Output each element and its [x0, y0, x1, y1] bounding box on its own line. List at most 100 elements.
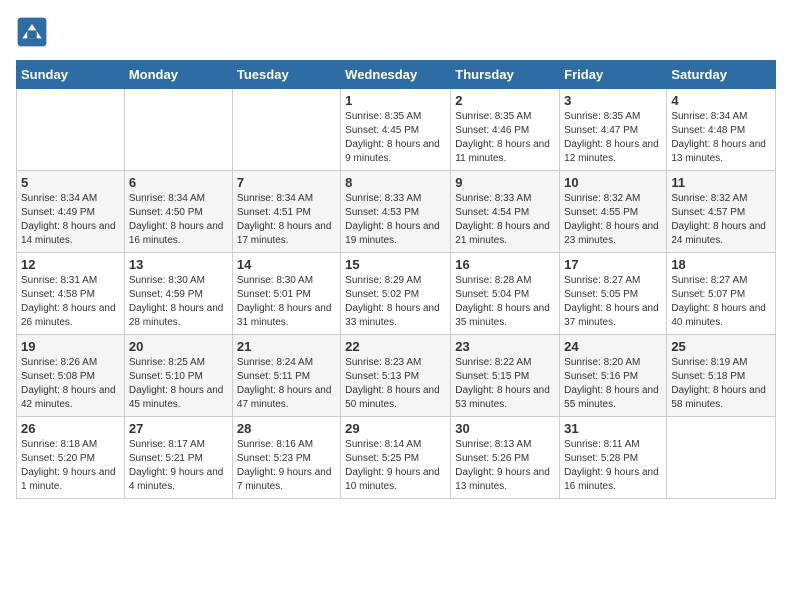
day-number: 16 [455, 257, 555, 272]
day-cell: 7 Sunrise: 8:34 AM Sunset: 4:51 PM Daylig… [232, 171, 340, 253]
day-cell [124, 89, 232, 171]
day-info: Sunrise: 8:34 AM Sunset: 4:51 PM Dayligh… [237, 192, 336, 248]
day-cell: 5 Sunrise: 8:34 AM Sunset: 4:49 PM Daylig… [17, 171, 125, 253]
day-info: Sunrise: 8:30 AM Sunset: 5:01 PM Dayligh… [237, 274, 336, 330]
day-info: Sunrise: 8:25 AM Sunset: 5:10 PM Dayligh… [129, 356, 228, 412]
day-info: Sunrise: 8:16 AM Sunset: 5:23 PM Dayligh… [237, 438, 336, 494]
day-number: 4 [671, 93, 771, 108]
day-cell: 31 Sunrise: 8:11 AM Sunset: 5:28 PM Dayli… [560, 417, 667, 499]
day-cell: 16 Sunrise: 8:28 AM Sunset: 5:04 PM Dayli… [451, 253, 560, 335]
day-cell: 8 Sunrise: 8:33 AM Sunset: 4:53 PM Daylig… [341, 171, 451, 253]
day-number: 26 [21, 421, 120, 436]
week-row-3: 12Sunrise: 8:31 AM Sunset: 4:58 PM Dayli… [17, 253, 776, 335]
day-number: 21 [237, 339, 336, 354]
day-info: Sunrise: 8:35 AM Sunset: 4:47 PM Dayligh… [564, 110, 662, 166]
day-info: Sunrise: 8:27 AM Sunset: 5:05 PM Dayligh… [564, 274, 662, 330]
day-number: 23 [455, 339, 555, 354]
day-info: Sunrise: 8:28 AM Sunset: 5:04 PM Dayligh… [455, 274, 555, 330]
day-info: Sunrise: 8:11 AM Sunset: 5:28 PM Dayligh… [564, 438, 662, 494]
day-info: Sunrise: 8:23 AM Sunset: 5:13 PM Dayligh… [345, 356, 446, 412]
day-cell [17, 89, 125, 171]
day-number: 20 [129, 339, 228, 354]
day-cell: 20 Sunrise: 8:25 AM Sunset: 5:10 PM Dayli… [124, 335, 232, 417]
day-cell: 23Sunrise: 8:22 AM Sunset: 5:15 PM Dayli… [451, 335, 560, 417]
week-row-1: 1 Sunrise: 8:35 AM Sunset: 4:45 PM Daylig… [17, 89, 776, 171]
page-header [16, 16, 776, 48]
day-cell [232, 89, 340, 171]
day-cell: 1 Sunrise: 8:35 AM Sunset: 4:45 PM Daylig… [341, 89, 451, 171]
day-info: Sunrise: 8:20 AM Sunset: 5:16 PM Dayligh… [564, 356, 662, 412]
day-cell: 30 Sunrise: 8:13 AM Sunset: 5:26 PM Dayli… [451, 417, 560, 499]
day-cell: 3 Sunrise: 8:35 AM Sunset: 4:47 PM Daylig… [560, 89, 667, 171]
day-number: 22 [345, 339, 446, 354]
logo-icon [16, 16, 48, 48]
day-info: Sunrise: 8:32 AM Sunset: 4:55 PM Dayligh… [564, 192, 662, 248]
day-info: Sunrise: 8:18 AM Sunset: 5:20 PM Dayligh… [21, 438, 120, 494]
day-number: 28 [237, 421, 336, 436]
week-row-5: 26 Sunrise: 8:18 AM Sunset: 5:20 PM Dayli… [17, 417, 776, 499]
day-cell: 15 Sunrise: 8:29 AM Sunset: 5:02 PM Dayli… [341, 253, 451, 335]
day-info: Sunrise: 8:34 AM Sunset: 4:49 PM Dayligh… [21, 192, 120, 248]
column-header-sunday: Sunday [17, 61, 125, 89]
week-row-2: 5 Sunrise: 8:34 AM Sunset: 4:49 PM Daylig… [17, 171, 776, 253]
day-info: Sunrise: 8:34 AM Sunset: 4:50 PM Dayligh… [129, 192, 228, 248]
day-number: 10 [564, 175, 662, 190]
day-cell: 10 Sunrise: 8:32 AM Sunset: 4:55 PM Dayli… [560, 171, 667, 253]
day-number: 18 [671, 257, 771, 272]
logo [16, 16, 52, 48]
day-cell [667, 417, 776, 499]
day-cell: 26 Sunrise: 8:18 AM Sunset: 5:20 PM Dayli… [17, 417, 125, 499]
day-number: 13 [129, 257, 228, 272]
day-number: 2 [455, 93, 555, 108]
day-cell: 27 Sunrise: 8:17 AM Sunset: 5:21 PM Dayli… [124, 417, 232, 499]
day-number: 1 [345, 93, 446, 108]
day-info: Sunrise: 8:31 AM Sunset: 4:58 PM Dayligh… [21, 274, 120, 330]
day-info: Sunrise: 8:19 AM Sunset: 5:18 PM Dayligh… [671, 356, 771, 412]
day-info: Sunrise: 8:35 AM Sunset: 4:45 PM Dayligh… [345, 110, 446, 166]
column-header-thursday: Thursday [451, 61, 560, 89]
day-cell: 28 Sunrise: 8:16 AM Sunset: 5:23 PM Dayli… [232, 417, 340, 499]
day-cell: 29 Sunrise: 8:14 AM Sunset: 5:25 PM Dayli… [341, 417, 451, 499]
column-header-saturday: Saturday [667, 61, 776, 89]
day-cell: 9Sunrise: 8:33 AM Sunset: 4:54 PM Daylig… [451, 171, 560, 253]
calendar-table: SundayMondayTuesdayWednesdayThursdayFrid… [16, 60, 776, 499]
day-number: 7 [237, 175, 336, 190]
day-number: 19 [21, 339, 120, 354]
day-number: 3 [564, 93, 662, 108]
day-number: 5 [21, 175, 120, 190]
day-cell: 17 Sunrise: 8:27 AM Sunset: 5:05 PM Dayli… [560, 253, 667, 335]
day-number: 30 [455, 421, 555, 436]
day-cell: 4Sunrise: 8:34 AM Sunset: 4:48 PM Daylig… [667, 89, 776, 171]
day-number: 27 [129, 421, 228, 436]
header-row: SundayMondayTuesdayWednesdayThursdayFrid… [17, 61, 776, 89]
day-number: 8 [345, 175, 446, 190]
day-info: Sunrise: 8:29 AM Sunset: 5:02 PM Dayligh… [345, 274, 446, 330]
column-header-friday: Friday [560, 61, 667, 89]
day-cell: 2 Sunrise: 8:35 AM Sunset: 4:46 PM Daylig… [451, 89, 560, 171]
day-info: Sunrise: 8:13 AM Sunset: 5:26 PM Dayligh… [455, 438, 555, 494]
day-number: 17 [564, 257, 662, 272]
day-info: Sunrise: 8:27 AM Sunset: 5:07 PM Dayligh… [671, 274, 771, 330]
day-info: Sunrise: 8:26 AM Sunset: 5:08 PM Dayligh… [21, 356, 120, 412]
day-info: Sunrise: 8:35 AM Sunset: 4:46 PM Dayligh… [455, 110, 555, 166]
day-info: Sunrise: 8:30 AM Sunset: 4:59 PM Dayligh… [129, 274, 228, 330]
day-info: Sunrise: 8:17 AM Sunset: 5:21 PM Dayligh… [129, 438, 228, 494]
day-number: 14 [237, 257, 336, 272]
day-cell: 22 Sunrise: 8:23 AM Sunset: 5:13 PM Dayli… [341, 335, 451, 417]
day-cell: 19 Sunrise: 8:26 AM Sunset: 5:08 PM Dayli… [17, 335, 125, 417]
day-number: 15 [345, 257, 446, 272]
day-cell: 6Sunrise: 8:34 AM Sunset: 4:50 PM Daylig… [124, 171, 232, 253]
day-cell: 25 Sunrise: 8:19 AM Sunset: 5:18 PM Dayli… [667, 335, 776, 417]
day-info: Sunrise: 8:14 AM Sunset: 5:25 PM Dayligh… [345, 438, 446, 494]
day-number: 24 [564, 339, 662, 354]
day-number: 9 [455, 175, 555, 190]
day-cell: 21 Sunrise: 8:24 AM Sunset: 5:11 PM Dayli… [232, 335, 340, 417]
day-number: 25 [671, 339, 771, 354]
day-info: Sunrise: 8:33 AM Sunset: 4:53 PM Dayligh… [345, 192, 446, 248]
column-header-monday: Monday [124, 61, 232, 89]
day-cell: 24 Sunrise: 8:20 AM Sunset: 5:16 PM Dayli… [560, 335, 667, 417]
day-info: Sunrise: 8:24 AM Sunset: 5:11 PM Dayligh… [237, 356, 336, 412]
day-number: 31 [564, 421, 662, 436]
day-cell: 18 Sunrise: 8:27 AM Sunset: 5:07 PM Dayli… [667, 253, 776, 335]
day-number: 29 [345, 421, 446, 436]
